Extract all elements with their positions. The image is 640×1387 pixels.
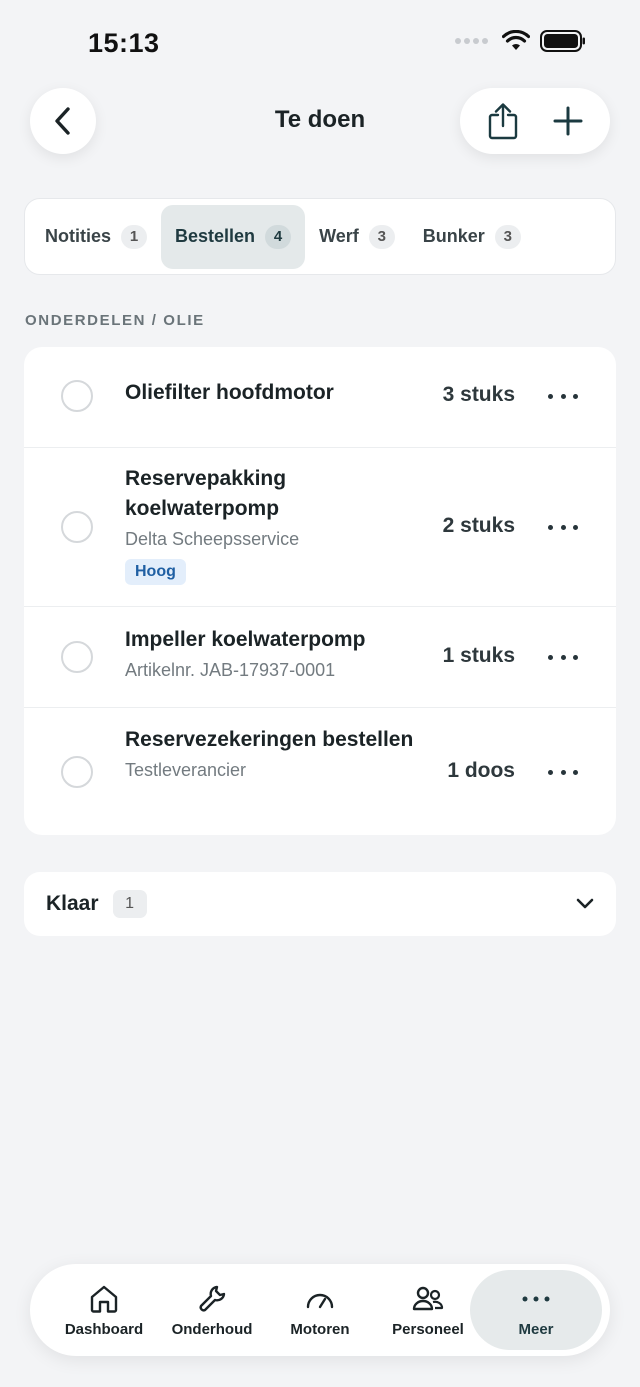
item-body: Oliefilter hoofdmotor bbox=[125, 378, 415, 408]
tab-label: Notities bbox=[45, 226, 112, 246]
tab-count-badge: 3 bbox=[368, 224, 395, 249]
header-actions bbox=[460, 88, 610, 154]
tab-count-badge: 4 bbox=[265, 224, 292, 249]
home-icon bbox=[90, 1285, 118, 1313]
more-options-button[interactable] bbox=[548, 386, 578, 406]
tab-label: Bunker bbox=[422, 226, 485, 246]
item-body: Reservezekeringen bestellen Testleveranc… bbox=[125, 725, 415, 784]
people-icon bbox=[412, 1286, 444, 1310]
item-supplier: Testleverancier bbox=[125, 760, 247, 780]
cellular-signal-icon bbox=[455, 38, 488, 44]
status-bar: 15:13 bbox=[0, 0, 640, 86]
segment-tabs: Notities 1 Bestellen 4 Werf 3 Bunker 3 bbox=[24, 198, 616, 275]
chevron-down-icon bbox=[576, 898, 594, 909]
nav-label: Dashboard bbox=[64, 1320, 144, 1338]
item-quantity: 1 stuks bbox=[442, 644, 515, 667]
tab-count-badge: 1 bbox=[121, 224, 148, 249]
item-body: Impeller koelwaterpomp Artikelnr. JAB-17… bbox=[125, 625, 415, 684]
done-count-badge: 1 bbox=[112, 890, 147, 918]
item-checkbox[interactable] bbox=[61, 380, 93, 412]
item-article-number: Artikelnr. JAB-17937-0001 bbox=[125, 660, 336, 680]
item-title: Oliefilter hoofdmotor bbox=[125, 381, 334, 404]
order-list: Oliefilter hoofdmotor 3 stuks Reservepak… bbox=[24, 347, 616, 835]
status-time: 15:13 bbox=[88, 28, 160, 58]
nav-motoren[interactable]: Motoren bbox=[266, 1270, 374, 1350]
share-icon bbox=[488, 103, 517, 140]
item-checkbox[interactable] bbox=[61, 641, 93, 673]
list-item[interactable]: Reservezekeringen bestellen Testleveranc… bbox=[24, 708, 616, 835]
nav-label: Personeel bbox=[392, 1320, 464, 1338]
list-item[interactable]: Reservepakking koelwaterpomp Delta Schee… bbox=[24, 448, 616, 607]
header: Te doen bbox=[30, 88, 610, 154]
priority-badge: Hoog bbox=[125, 559, 186, 585]
done-section-toggle[interactable]: Klaar 1 bbox=[24, 872, 616, 936]
gauge-icon bbox=[306, 1293, 334, 1308]
item-title: Impeller koelwaterpomp bbox=[125, 628, 366, 651]
battery-icon bbox=[540, 30, 585, 52]
nav-onderhoud[interactable]: Onderhoud bbox=[158, 1270, 266, 1350]
list-item[interactable]: Oliefilter hoofdmotor 3 stuks bbox=[24, 347, 616, 448]
nav-label: Meer bbox=[518, 1320, 554, 1338]
more-options-button[interactable] bbox=[548, 517, 578, 537]
item-title: Reservezekeringen bestellen bbox=[125, 728, 414, 751]
item-body: Reservepakking koelwaterpomp Delta Schee… bbox=[125, 464, 415, 585]
item-title: Reservepakking koelwaterpomp bbox=[125, 467, 287, 520]
nav-personeel[interactable]: Personeel bbox=[374, 1270, 482, 1350]
add-button[interactable] bbox=[543, 96, 593, 146]
wrench-icon bbox=[199, 1285, 226, 1311]
status-icons bbox=[455, 30, 586, 52]
tab-count-badge: 3 bbox=[494, 224, 521, 249]
more-icon bbox=[522, 1296, 550, 1301]
tab-bunker[interactable]: Bunker 3 bbox=[409, 205, 535, 269]
tab-notities[interactable]: Notities 1 bbox=[31, 205, 161, 269]
share-button[interactable] bbox=[478, 96, 528, 146]
bottom-navigation: Dashboard Onderhoud Motoren Personeel Me… bbox=[30, 1264, 610, 1356]
nav-meer[interactable]: Meer bbox=[470, 1270, 602, 1350]
item-checkbox[interactable] bbox=[61, 756, 93, 788]
nav-label: Onderhoud bbox=[171, 1320, 253, 1338]
item-quantity: 2 stuks bbox=[442, 514, 515, 537]
nav-label: Motoren bbox=[290, 1320, 350, 1338]
section-heading: ONDERDELEN / OLIE bbox=[25, 312, 205, 329]
tab-label: Bestellen bbox=[175, 226, 256, 246]
item-checkbox[interactable] bbox=[61, 511, 93, 543]
item-quantity: 1 doos bbox=[447, 759, 515, 782]
tab-bestellen[interactable]: Bestellen 4 bbox=[161, 204, 306, 269]
done-label: Klaar bbox=[46, 892, 99, 915]
plus-icon bbox=[553, 106, 582, 136]
more-options-button[interactable] bbox=[548, 762, 578, 782]
item-quantity: 3 stuks bbox=[442, 383, 515, 406]
wifi-icon bbox=[502, 30, 530, 50]
item-supplier: Delta Scheepsservice bbox=[125, 529, 300, 549]
tab-werf[interactable]: Werf 3 bbox=[305, 205, 409, 269]
nav-dashboard[interactable]: Dashboard bbox=[50, 1270, 158, 1350]
list-item[interactable]: Impeller koelwaterpomp Artikelnr. JAB-17… bbox=[24, 607, 616, 708]
more-options-button[interactable] bbox=[548, 647, 578, 667]
tab-label: Werf bbox=[319, 226, 359, 246]
